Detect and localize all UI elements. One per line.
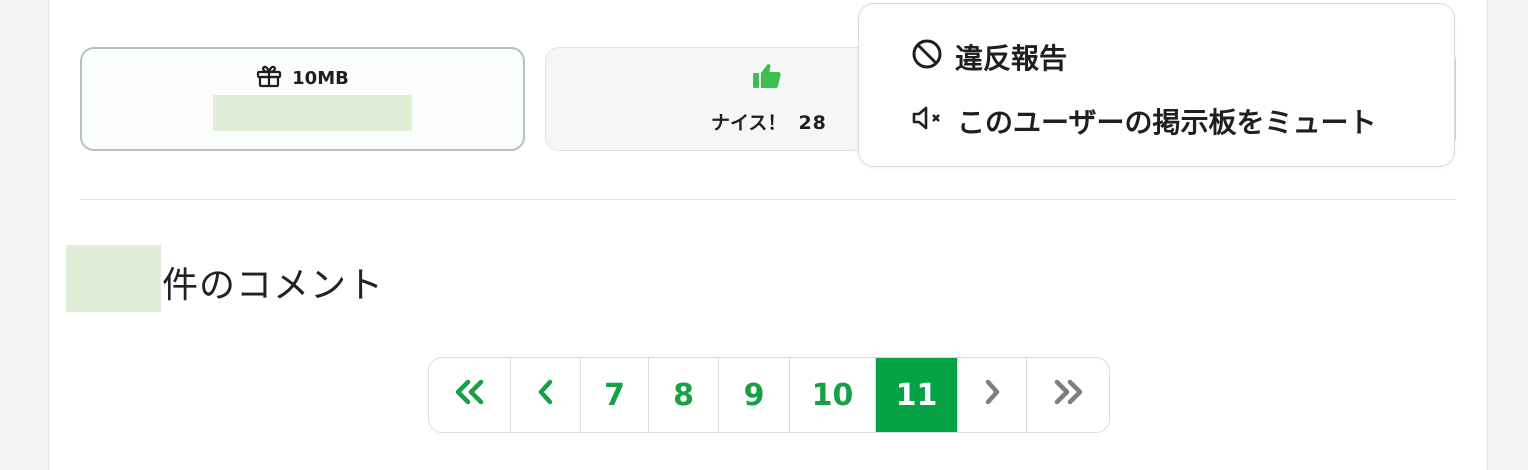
report-violation-item[interactable]: 違反報告 — [911, 37, 1067, 77]
mute-user-board-label: このユーザーの掲示板をミュート — [957, 106, 1377, 139]
next-page-button[interactable] — [958, 358, 1027, 432]
gift-size-label: 10MB — [292, 68, 349, 89]
page-button-10[interactable]: 10 — [790, 358, 876, 432]
mute-user-board-item[interactable]: このユーザーの掲示板をミュート — [911, 101, 1376, 141]
mute-icon — [911, 104, 945, 139]
report-violation-label: 違反報告 — [955, 42, 1068, 75]
prev-page-button[interactable] — [511, 358, 581, 432]
comment-count-label: 件のコメント — [162, 265, 385, 306]
gift-icon — [256, 64, 282, 93]
ban-icon — [911, 38, 943, 77]
first-page-button[interactable] — [429, 358, 511, 432]
page-button-8[interactable]: 8 — [649, 358, 719, 432]
thumbs-up-icon — [752, 62, 782, 90]
page-button-current[interactable]: 11 — [876, 358, 958, 432]
double-chevron-left-icon — [454, 378, 486, 413]
nice-label-row: ナイス！ 28 — [711, 108, 827, 135]
chevron-right-icon — [983, 378, 1001, 413]
double-chevron-right-icon — [1052, 378, 1084, 413]
gift-sender-placeholder — [213, 95, 412, 131]
chevron-left-icon — [537, 378, 555, 413]
nice-count: 28 — [798, 112, 827, 134]
page-button-7[interactable]: 7 — [581, 358, 649, 432]
context-menu: 違反報告 このユーザーの掲示板をミュート — [858, 3, 1455, 167]
nice-label: ナイス！ — [711, 112, 787, 134]
section-divider — [80, 199, 1456, 200]
gift-label-row: 10MB — [80, 64, 525, 93]
last-page-button[interactable] — [1027, 358, 1109, 432]
pagination: 7 8 9 10 11 — [428, 357, 1110, 433]
comment-count-placeholder — [66, 245, 161, 312]
page-button-9[interactable]: 9 — [719, 358, 790, 432]
